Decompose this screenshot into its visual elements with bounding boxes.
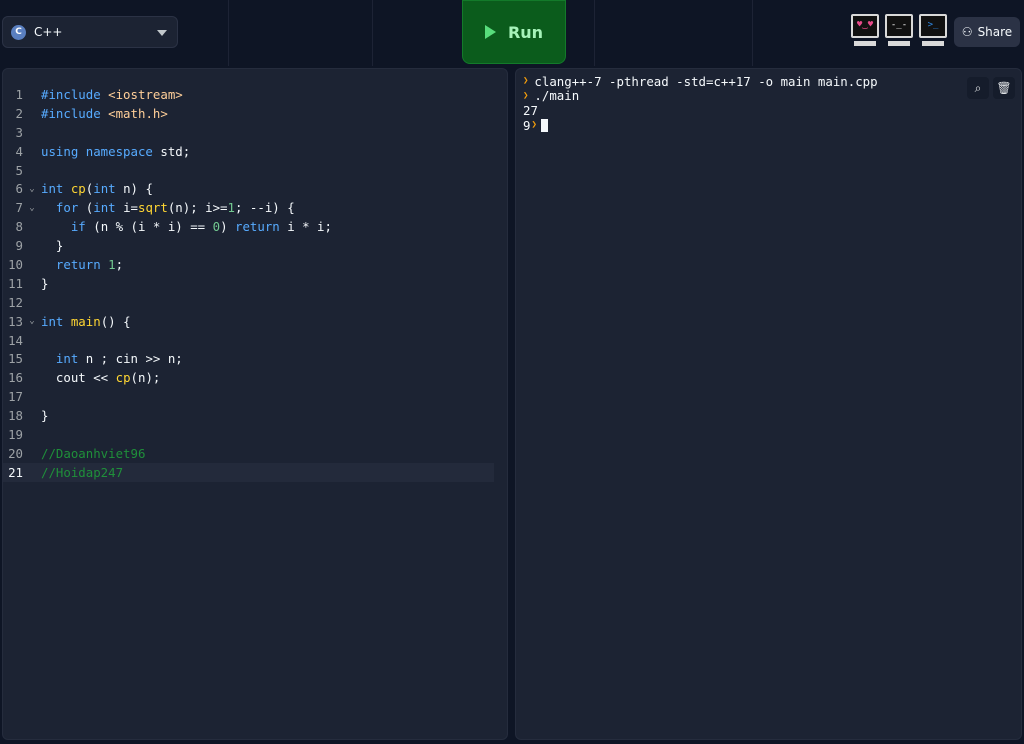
run-label: Run xyxy=(507,22,544,42)
search-icon[interactable]: ⌕ xyxy=(967,77,989,99)
line-number: 11 xyxy=(8,275,23,291)
prompt-chevron-icon: ❯ xyxy=(531,120,537,131)
console-text: clang++-7 -pthread -std=c++17 -o main ma… xyxy=(534,73,878,89)
line-number: 17 xyxy=(8,389,23,405)
code-line[interactable]: 11} xyxy=(3,274,507,293)
code-line[interactable]: 7 ⌄ for (int i=sqrt(n); i>=1; --i) { xyxy=(3,198,507,217)
line-number: 2 xyxy=(15,105,23,121)
code-area[interactable]: 1 #include <iostream> 2 #include <math.h> 3 4… xyxy=(3,85,507,482)
prompt-chevron-icon: ❯ xyxy=(523,76,529,87)
code-line[interactable]: 18} xyxy=(3,406,507,425)
code-line[interactable]: 6 ⌄ int cp(int n) { xyxy=(3,179,507,198)
line-number: 20 xyxy=(8,445,23,461)
console-line: ❯ clang++-7 -pthread -std=c++17 -o main m… xyxy=(523,74,878,89)
line-number: 15 xyxy=(8,351,23,367)
line-number: 5 xyxy=(15,162,23,178)
console-line: 9 ❯ xyxy=(523,118,878,133)
console-text: 9 xyxy=(523,117,531,133)
line-number: 13 xyxy=(8,313,23,329)
line-number: 4 xyxy=(15,143,23,159)
line-number: 18 xyxy=(8,408,23,424)
code-line[interactable]: 4 using namespace std; xyxy=(3,142,507,161)
code-text: } xyxy=(41,275,49,291)
code-line[interactable]: 12 xyxy=(3,293,507,312)
background-line xyxy=(228,0,229,66)
share-label: Share xyxy=(977,25,1013,39)
console-output[interactable]: ❯ clang++-7 -pthread -std=c++17 -o main m… xyxy=(523,74,878,133)
avatar[interactable]: >_ xyxy=(918,14,948,46)
code-line[interactable]: 1 #include <iostream> xyxy=(3,85,507,104)
avatar-face: >_ xyxy=(919,14,947,38)
trash-icon[interactable]: 🗑 xyxy=(993,77,1015,99)
background-line xyxy=(594,0,595,66)
code-line[interactable]: 5 xyxy=(3,161,507,180)
add-user-icon: ⚇ xyxy=(961,25,973,39)
code-line[interactable]: 14 xyxy=(3,331,507,350)
code-text: //Daoanhviet96 xyxy=(41,445,146,461)
chevron-down-icon xyxy=(157,30,167,36)
text-cursor xyxy=(540,118,548,132)
code-line[interactable]: 3 xyxy=(3,123,507,142)
code-line[interactable]: 13 ⌄ int main() { xyxy=(3,312,507,331)
fold-chevron-icon[interactable]: ⌄ xyxy=(23,184,41,194)
prompt-chevron-icon: ❯ xyxy=(523,90,529,101)
code-text: #include <iostream> xyxy=(41,86,183,102)
play-icon xyxy=(484,25,496,39)
console-line: 27 xyxy=(523,103,878,118)
console-line: ❯ ./main xyxy=(523,88,878,104)
console-text: ./main xyxy=(534,88,580,104)
code-text: return 1; xyxy=(55,256,124,272)
avatar[interactable]: -_- xyxy=(884,14,914,46)
line-number: 3 xyxy=(15,124,23,140)
line-number: 16 xyxy=(8,370,23,386)
line-number: 6 xyxy=(15,181,23,197)
code-line[interactable]: 15 int n ; cin >> n; xyxy=(3,349,507,368)
background-line xyxy=(372,0,373,66)
line-number: 8 xyxy=(15,219,23,235)
code-line[interactable]: 17 xyxy=(3,387,507,406)
line-number: 9 xyxy=(15,238,23,254)
code-text: using namespace std; xyxy=(41,143,191,159)
code-line[interactable]: 2 #include <math.h> xyxy=(3,104,507,123)
code-line[interactable]: 19 xyxy=(3,425,507,444)
code-text: #include <math.h> xyxy=(41,105,168,121)
language-selector[interactable]: C C++ xyxy=(2,16,178,48)
code-text: if (n % (i * i) == 0) return i * i; xyxy=(70,219,332,235)
console-panel[interactable]: ❯ clang++-7 -pthread -std=c++17 -o main m… xyxy=(515,68,1022,740)
code-text: cout << cp(n); xyxy=(41,370,161,386)
code-line[interactable]: 16 cout << cp(n); xyxy=(3,368,507,387)
line-number: 19 xyxy=(8,426,23,442)
line-number: 21 xyxy=(8,464,23,480)
language-name: C++ xyxy=(34,25,63,39)
cpp-logo-icon: C xyxy=(11,24,26,40)
line-number: 1 xyxy=(15,86,23,102)
avatar[interactable]: ♥‿♥ xyxy=(850,14,880,46)
code-line[interactable]: 10 return 1; xyxy=(3,255,507,274)
avatar-face: ♥‿♥ xyxy=(851,14,879,38)
background-line xyxy=(752,0,753,66)
line-number: 12 xyxy=(8,294,23,310)
code-text: for (int i=sqrt(n); i>=1; --i) { xyxy=(55,200,295,216)
fold-chevron-icon[interactable]: ⌄ xyxy=(23,316,41,326)
console-toolbar: ⌕ 🗑 xyxy=(967,77,1015,99)
code-text: //Hoidap247 xyxy=(41,464,124,480)
console-text: 27 xyxy=(523,102,538,118)
avatar-face: -_- xyxy=(885,14,913,38)
line-number: 10 xyxy=(8,256,23,272)
fold-chevron-icon[interactable]: ⌄ xyxy=(23,203,41,213)
code-line[interactable]: 21 //Hoidap247 xyxy=(3,462,494,482)
code-text: } xyxy=(41,238,64,254)
code-line[interactable]: 8 if (n % (i * i) == 0) return i * i; xyxy=(3,217,507,236)
share-button[interactable]: ⚇ Share xyxy=(954,17,1020,47)
code-text: int cp(int n) { xyxy=(41,181,153,197)
code-text: } xyxy=(41,408,49,424)
code-text: int main() { xyxy=(41,313,131,329)
run-button[interactable]: Run xyxy=(462,0,566,64)
code-editor[interactable]: 1 #include <iostream> 2 #include <math.h> 3 4… xyxy=(2,68,508,740)
line-number: 7 xyxy=(15,200,23,216)
code-line[interactable]: 9 } xyxy=(3,236,507,255)
code-line[interactable]: 20 //Daoanhviet96 xyxy=(3,444,507,463)
code-text: int n ; cin >> n; xyxy=(55,351,183,367)
line-number: 14 xyxy=(8,332,23,348)
